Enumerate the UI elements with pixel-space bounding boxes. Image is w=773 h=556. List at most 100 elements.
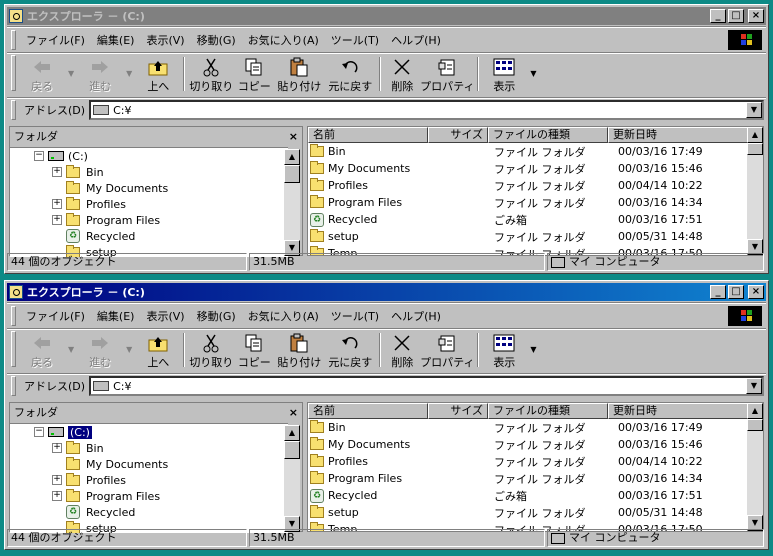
expand-toggle[interactable]: + — [52, 443, 62, 453]
tree-item[interactable]: + Program Files — [10, 488, 288, 504]
folder-scrollbar[interactable]: ▲ ▼ — [284, 425, 300, 532]
file-row[interactable]: Bin ファイル フォルダ 00/03/16 17:49 — [308, 419, 763, 436]
maximize-button[interactable]: □ — [728, 9, 744, 23]
title-bar[interactable]: エクスプローラ － (C:) _ □ × — [7, 7, 766, 25]
menu-item[interactable]: ツール(T) — [325, 32, 385, 48]
delete-button[interactable]: 削除 — [384, 331, 420, 370]
menu-item[interactable]: 編集(E) — [91, 308, 141, 324]
paste-button[interactable]: 貼り付け — [274, 55, 324, 94]
column-header-name[interactable]: 名前 — [308, 127, 428, 143]
tree-item[interactable]: + Program Files — [10, 212, 288, 228]
dropdown-arrow-icon[interactable]: ▼ — [526, 69, 540, 78]
file-row[interactable]: setup ファイル フォルダ 00/05/31 14:48 — [308, 504, 763, 521]
properties-button[interactable]: プロパティ — [420, 331, 474, 370]
collapse-toggle[interactable]: − — [34, 427, 44, 437]
dropdown-arrow-icon[interactable]: ▼ — [122, 345, 136, 354]
tree-item[interactable]: My Documents — [10, 456, 288, 472]
menu-item[interactable]: ツール(T) — [325, 308, 385, 324]
tree-item[interactable]: My Documents — [10, 180, 288, 196]
expand-toggle[interactable]: + — [52, 491, 62, 501]
folder-pane-close-button[interactable]: × — [289, 130, 298, 143]
expand-toggle[interactable]: + — [52, 199, 62, 209]
dropdown-arrow-icon[interactable]: ▼ — [122, 69, 136, 78]
file-row[interactable]: My Documents ファイル フォルダ 00/03/16 15:46 — [308, 160, 763, 177]
folder-scrollbar[interactable]: ▲ ▼ — [284, 149, 300, 256]
maximize-button[interactable]: □ — [728, 285, 744, 299]
toolbar-grip[interactable] — [11, 30, 16, 50]
file-row[interactable]: ♻ Recycled ごみ箱 00/03/16 17:51 — [308, 211, 763, 228]
expand-toggle[interactable]: + — [52, 215, 62, 225]
toolbar-grip[interactable] — [11, 55, 16, 91]
column-header-type[interactable]: ファイルの種類 — [488, 127, 608, 143]
file-row[interactable]: Program Files ファイル フォルダ 00/03/16 14:34 — [308, 194, 763, 211]
tree-item[interactable]: ♻ Recycled — [10, 504, 288, 520]
address-input[interactable]: C:¥ ▼ — [89, 100, 764, 120]
file-row[interactable]: Profiles ファイル フォルダ 00/04/14 10:22 — [308, 177, 763, 194]
forward-button[interactable]: 進む — [78, 331, 122, 370]
explorer-app-icon[interactable] — [9, 9, 23, 23]
scroll-thumb[interactable] — [747, 143, 763, 155]
column-header-modified[interactable]: 更新日時 — [608, 127, 750, 143]
up-button[interactable]: 上へ — [136, 331, 180, 370]
menu-item[interactable]: ファイル(F) — [20, 308, 91, 324]
file-row[interactable]: ♻ Recycled ごみ箱 00/03/16 17:51 — [308, 487, 763, 504]
dropdown-arrow-icon[interactable]: ▼ — [64, 69, 78, 78]
tree-item[interactable]: ♻ Recycled — [10, 228, 288, 244]
tree-item[interactable]: + Profiles — [10, 472, 288, 488]
scroll-up-button[interactable]: ▲ — [747, 403, 763, 419]
menu-item[interactable]: 移動(G) — [191, 308, 242, 324]
minimize-button[interactable]: _ — [710, 9, 726, 23]
list-scrollbar[interactable]: ▲ ▼ — [747, 127, 763, 255]
toolbar-grip[interactable] — [11, 376, 16, 396]
column-header-size[interactable]: サイズ — [428, 127, 488, 143]
tree-item[interactable]: − (C:) — [10, 424, 288, 440]
back-button[interactable]: 戻る — [20, 55, 64, 94]
close-button[interactable]: × — [748, 9, 764, 23]
column-header-name[interactable]: 名前 — [308, 403, 428, 419]
menu-item[interactable]: ヘルプ(H) — [385, 308, 447, 324]
list-scrollbar[interactable]: ▲ ▼ — [747, 403, 763, 531]
menu-item[interactable]: 移動(G) — [191, 32, 242, 48]
file-row[interactable]: Bin ファイル フォルダ 00/03/16 17:49 — [308, 143, 763, 160]
file-row[interactable]: Profiles ファイル フォルダ 00/04/14 10:22 — [308, 453, 763, 470]
scroll-up-button[interactable]: ▲ — [284, 425, 300, 441]
dropdown-arrow-icon[interactable]: ▼ — [526, 345, 540, 354]
folder-pane-close-button[interactable]: × — [289, 406, 298, 419]
tree-item[interactable]: + Bin — [10, 440, 288, 456]
file-row[interactable]: My Documents ファイル フォルダ 00/03/16 15:46 — [308, 436, 763, 453]
address-dropdown-button[interactable]: ▼ — [746, 378, 762, 394]
toolbar-grip[interactable] — [11, 331, 16, 367]
back-button[interactable]: 戻る — [20, 331, 64, 370]
toolbar-grip[interactable] — [11, 306, 16, 326]
dropdown-arrow-icon[interactable]: ▼ — [64, 345, 78, 354]
scroll-thumb[interactable] — [747, 419, 763, 431]
minimize-button[interactable]: _ — [710, 285, 726, 299]
undo-button[interactable]: 元に戻す — [324, 331, 376, 370]
title-bar[interactable]: エクスプローラ － (C:) _ □ × — [7, 283, 766, 301]
tree-item[interactable]: + Profiles — [10, 196, 288, 212]
copy-button[interactable]: コピー — [234, 55, 274, 94]
address-input[interactable]: C:¥ ▼ — [89, 376, 764, 396]
forward-button[interactable]: 進む — [78, 55, 122, 94]
menu-item[interactable]: 表示(V) — [140, 308, 190, 324]
toolbar-grip[interactable] — [11, 100, 16, 120]
expand-toggle[interactable]: + — [52, 475, 62, 485]
scroll-thumb[interactable] — [284, 165, 300, 183]
collapse-toggle[interactable]: − — [34, 151, 44, 161]
tree-item[interactable]: − (C:) — [10, 148, 288, 164]
views-button[interactable]: 表示 — [482, 331, 526, 370]
scroll-thumb[interactable] — [284, 441, 300, 459]
cut-button[interactable]: 切り取り — [188, 331, 234, 370]
copy-button[interactable]: コピー — [234, 331, 274, 370]
menu-item[interactable]: ヘルプ(H) — [385, 32, 447, 48]
file-row[interactable]: Program Files ファイル フォルダ 00/03/16 14:34 — [308, 470, 763, 487]
paste-button[interactable]: 貼り付け — [274, 331, 324, 370]
menu-item[interactable]: ファイル(F) — [20, 32, 91, 48]
explorer-app-icon[interactable] — [9, 285, 23, 299]
scroll-up-button[interactable]: ▲ — [284, 149, 300, 165]
properties-button[interactable]: プロパティ — [420, 55, 474, 94]
column-header-size[interactable]: サイズ — [428, 403, 488, 419]
tree-item[interactable]: + Bin — [10, 164, 288, 180]
column-header-type[interactable]: ファイルの種類 — [488, 403, 608, 419]
menu-item[interactable]: お気に入り(A) — [242, 32, 325, 48]
